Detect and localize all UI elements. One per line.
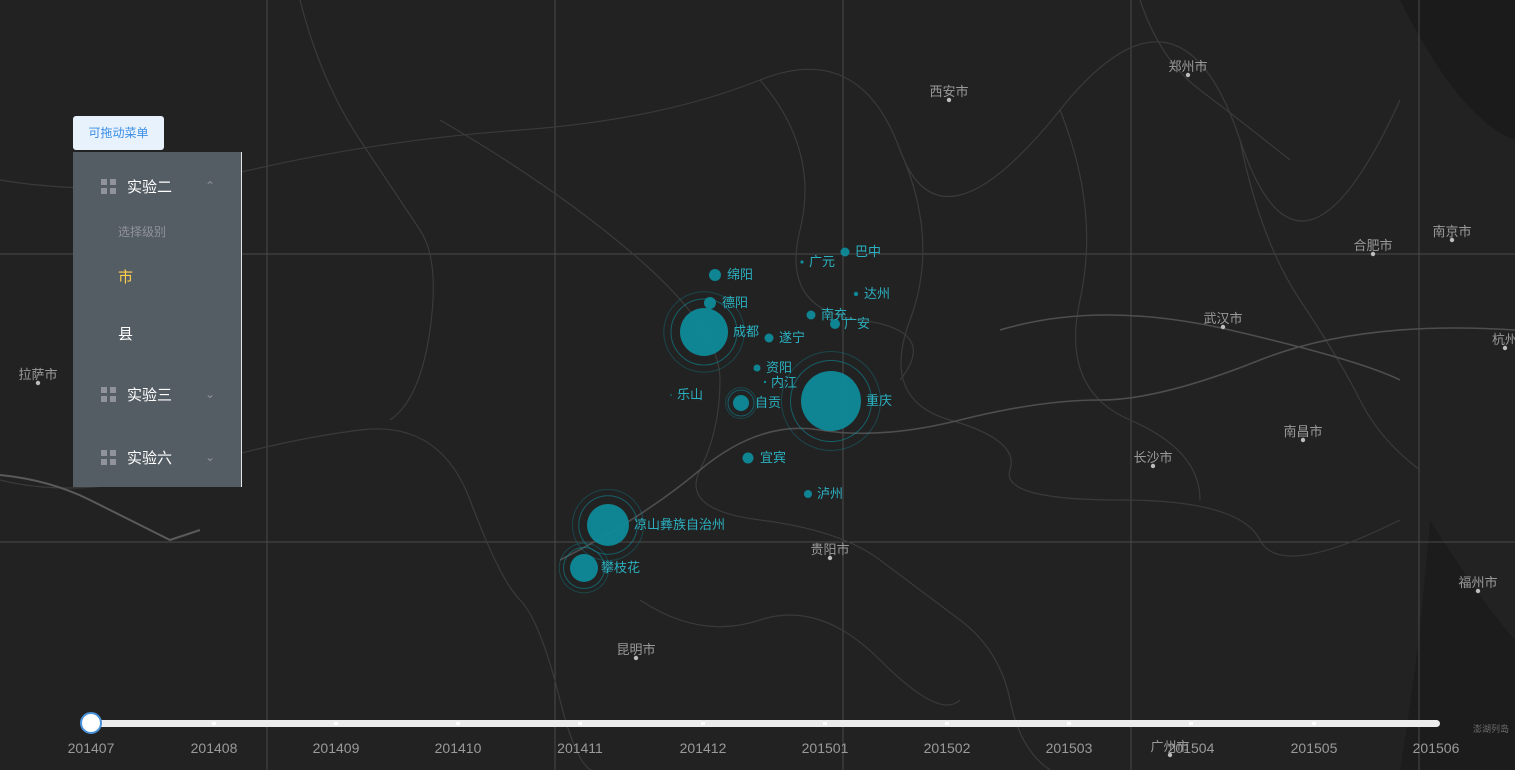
data-point-bubble[interactable] xyxy=(853,291,859,297)
data-point-bubble[interactable] xyxy=(806,310,816,320)
menu-item-city[interactable]: 市 xyxy=(118,266,133,287)
reference-city-label: 贵阳市 xyxy=(810,542,849,558)
menu-section-experiment-6[interactable]: 实验六 ⌄ xyxy=(73,429,241,485)
data-point-label: 自贡 xyxy=(755,396,781,411)
timeline-tick xyxy=(701,722,705,725)
timeline-label[interactable]: 201410 xyxy=(435,740,482,756)
menu-section-title: 实验六 xyxy=(127,448,173,467)
data-point-label: 绵阳 xyxy=(727,268,753,283)
timeline-tick xyxy=(1189,722,1193,725)
menu-item-county[interactable]: 县 xyxy=(118,323,133,344)
grid-icon xyxy=(101,449,116,465)
data-point-bubble[interactable] xyxy=(840,247,850,257)
timeline-knob[interactable] xyxy=(80,712,102,734)
timeline-label[interactable]: 201505 xyxy=(1291,740,1338,756)
timeline-label[interactable]: 201506 xyxy=(1413,740,1460,756)
timeline-label[interactable]: 201408 xyxy=(191,740,238,756)
data-point-label: 乐山 xyxy=(677,388,703,403)
timeline-label[interactable]: 201502 xyxy=(924,740,971,756)
data-point-label: 遂宁 xyxy=(779,330,805,346)
data-point-label: 宜宾 xyxy=(760,450,786,466)
menu-section-title: 实验二 xyxy=(127,177,173,196)
timeline-label[interactable]: 201412 xyxy=(680,740,727,756)
menu-section-experiment-2[interactable]: 实验二 ⌃ xyxy=(73,158,241,214)
data-point-bubble[interactable] xyxy=(800,260,804,264)
timeline-label[interactable]: 201409 xyxy=(313,740,360,756)
menu-section-title: 实验三 xyxy=(127,385,173,404)
data-point-label: 广元 xyxy=(809,255,835,270)
data-point-bubble[interactable] xyxy=(587,504,629,546)
reference-city-label: 南京市 xyxy=(1432,224,1471,240)
data-point-label: 泸州 xyxy=(817,487,843,502)
reference-city-label: 昆明市 xyxy=(616,642,655,658)
reference-city-label: 福州市 xyxy=(1458,575,1497,591)
map-attribution: 澎湖列岛 xyxy=(1473,725,1510,735)
timeline-tick xyxy=(945,722,949,725)
data-point-bubble[interactable] xyxy=(733,395,749,411)
timeline-label[interactable]: 201411 xyxy=(557,740,603,756)
timeline-track[interactable] xyxy=(90,720,1440,727)
menu-group-title: 选择级别 xyxy=(118,225,167,239)
reference-city-label: 西安市 xyxy=(929,84,968,100)
data-point-bubble[interactable] xyxy=(763,380,767,384)
data-point-bubble[interactable] xyxy=(709,269,721,281)
data-point-label: 重庆 xyxy=(866,393,892,409)
side-menu: 实验二 ⌃ 选择级别 市 县 实验三 ⌄ 实验六 ⌄ xyxy=(73,152,242,487)
timeline-label[interactable]: 201504 xyxy=(1168,740,1215,756)
grid-icon xyxy=(101,178,116,194)
data-point-label: 成都 xyxy=(733,325,759,340)
data-point-label: 德阳 xyxy=(722,296,748,311)
grid-icon xyxy=(101,386,116,402)
data-point-bubble[interactable] xyxy=(804,490,812,498)
data-point-bubble[interactable] xyxy=(753,364,761,372)
drag-menu-handle[interactable]: 可拖动菜单 xyxy=(73,116,164,150)
reference-city-label: 武汉市 xyxy=(1203,311,1242,327)
timeline-label[interactable]: 201407 xyxy=(68,740,115,756)
timeline-tick xyxy=(212,722,216,725)
chevron-down-icon: ⌄ xyxy=(205,387,216,401)
data-point-label: 广安 xyxy=(844,317,870,332)
data-point-bubble[interactable] xyxy=(570,554,598,582)
data-point-bubble[interactable] xyxy=(742,452,754,464)
reference-city-label: 拉萨市 xyxy=(18,367,57,383)
reference-city-label: 南昌市 xyxy=(1283,424,1322,440)
timeline-tick xyxy=(1067,722,1071,725)
data-point-bubble[interactable] xyxy=(680,308,728,356)
data-point-label: 攀枝花 xyxy=(601,560,640,576)
data-point-label: 内江 xyxy=(771,375,797,391)
data-point-label: 凉山彝族自治州 xyxy=(634,517,725,533)
data-point-label: 达州 xyxy=(864,287,890,302)
data-point-label: 巴中 xyxy=(855,245,881,260)
data-point-label: 资阳 xyxy=(766,361,792,376)
timeline-label[interactable]: 201501 xyxy=(802,740,849,756)
data-point-bubble[interactable] xyxy=(764,333,774,343)
chevron-down-icon: ⌄ xyxy=(205,450,216,464)
menu-section-experiment-3[interactable]: 实验三 ⌄ xyxy=(73,366,241,422)
reference-city-label: 郑州市 xyxy=(1168,59,1207,75)
reference-city-label: 长沙市 xyxy=(1133,450,1172,466)
chevron-up-icon: ⌃ xyxy=(205,179,216,193)
data-point-bubble[interactable] xyxy=(670,394,672,396)
timeline-tick xyxy=(823,722,827,725)
reference-city-label: 杭州 xyxy=(1492,333,1515,348)
timeline-tick xyxy=(456,722,460,725)
timeline-label[interactable]: 201503 xyxy=(1046,740,1093,756)
reference-city-label: 合肥市 xyxy=(1353,238,1392,254)
timeline-tick xyxy=(334,722,338,725)
timeline-tick xyxy=(1312,722,1316,725)
data-point-bubble[interactable] xyxy=(801,371,861,431)
timeline-tick xyxy=(578,722,582,725)
